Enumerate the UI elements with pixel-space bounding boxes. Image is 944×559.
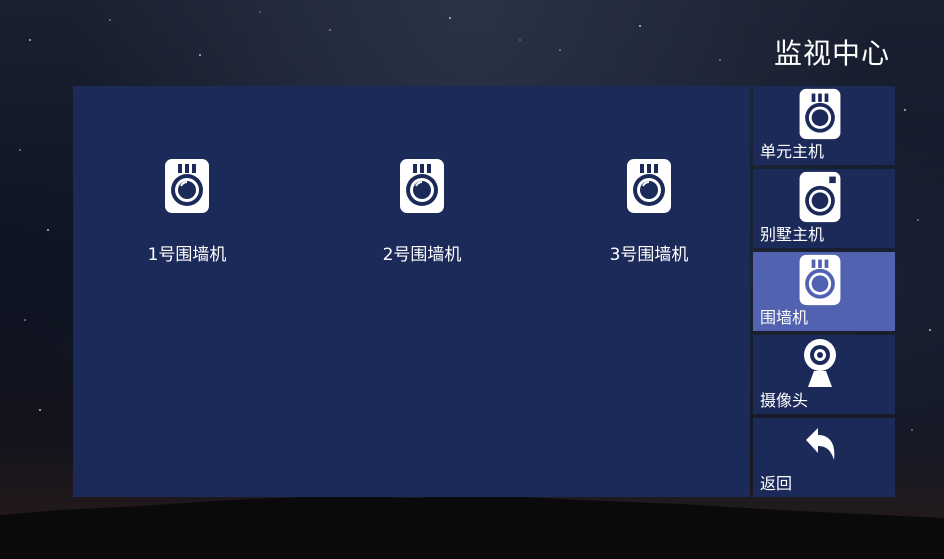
device-label: 1号围墙机	[147, 245, 227, 265]
back-arrow-icon	[806, 428, 835, 460]
sidebar-item-label: 围墙机	[760, 308, 809, 327]
wall-station-camera-icon	[627, 159, 671, 213]
sidebar-item-label: 摄像头	[760, 391, 809, 410]
sidebar-item-label: 单元主机	[760, 142, 825, 161]
wall-station-camera-icon	[165, 159, 209, 213]
sidebar-item-unit-station[interactable]: 单元主机	[753, 86, 895, 165]
sidebar-item-villa-station[interactable]: 别墅主机	[753, 169, 895, 248]
sidebar-item-wall-station[interactable]: 围墙机	[753, 252, 895, 331]
villa-station-camera-icon	[799, 171, 841, 223]
wall-station-camera-icon	[400, 159, 444, 213]
unit-station-camera-icon	[799, 88, 841, 140]
wall-station-camera-icon	[799, 254, 841, 306]
back-button[interactable]: 返回	[753, 418, 895, 497]
sidebar-item-label: 返回	[760, 474, 793, 493]
webcam-icon	[804, 339, 836, 387]
sidebar-item-label: 别墅主机	[760, 225, 825, 244]
device-label: 3号围墙机	[609, 245, 689, 265]
device-label: 2号围墙机	[382, 245, 462, 265]
sidebar-item-camera[interactable]: 摄像头	[753, 335, 895, 414]
page-title: 监视中心	[773, 37, 890, 70]
device-item-2[interactable]: 2号围墙机	[342, 158, 502, 265]
sidebar: 单元主机 别墅主机 围墙机 摄像头 返回	[753, 86, 895, 501]
device-item-3[interactable]: 3号围墙机	[569, 158, 729, 265]
device-item-1[interactable]: 1号围墙机	[107, 158, 267, 265]
device-list-panel: 1号围墙机 2号围墙机 3号围墙机	[73, 86, 750, 497]
